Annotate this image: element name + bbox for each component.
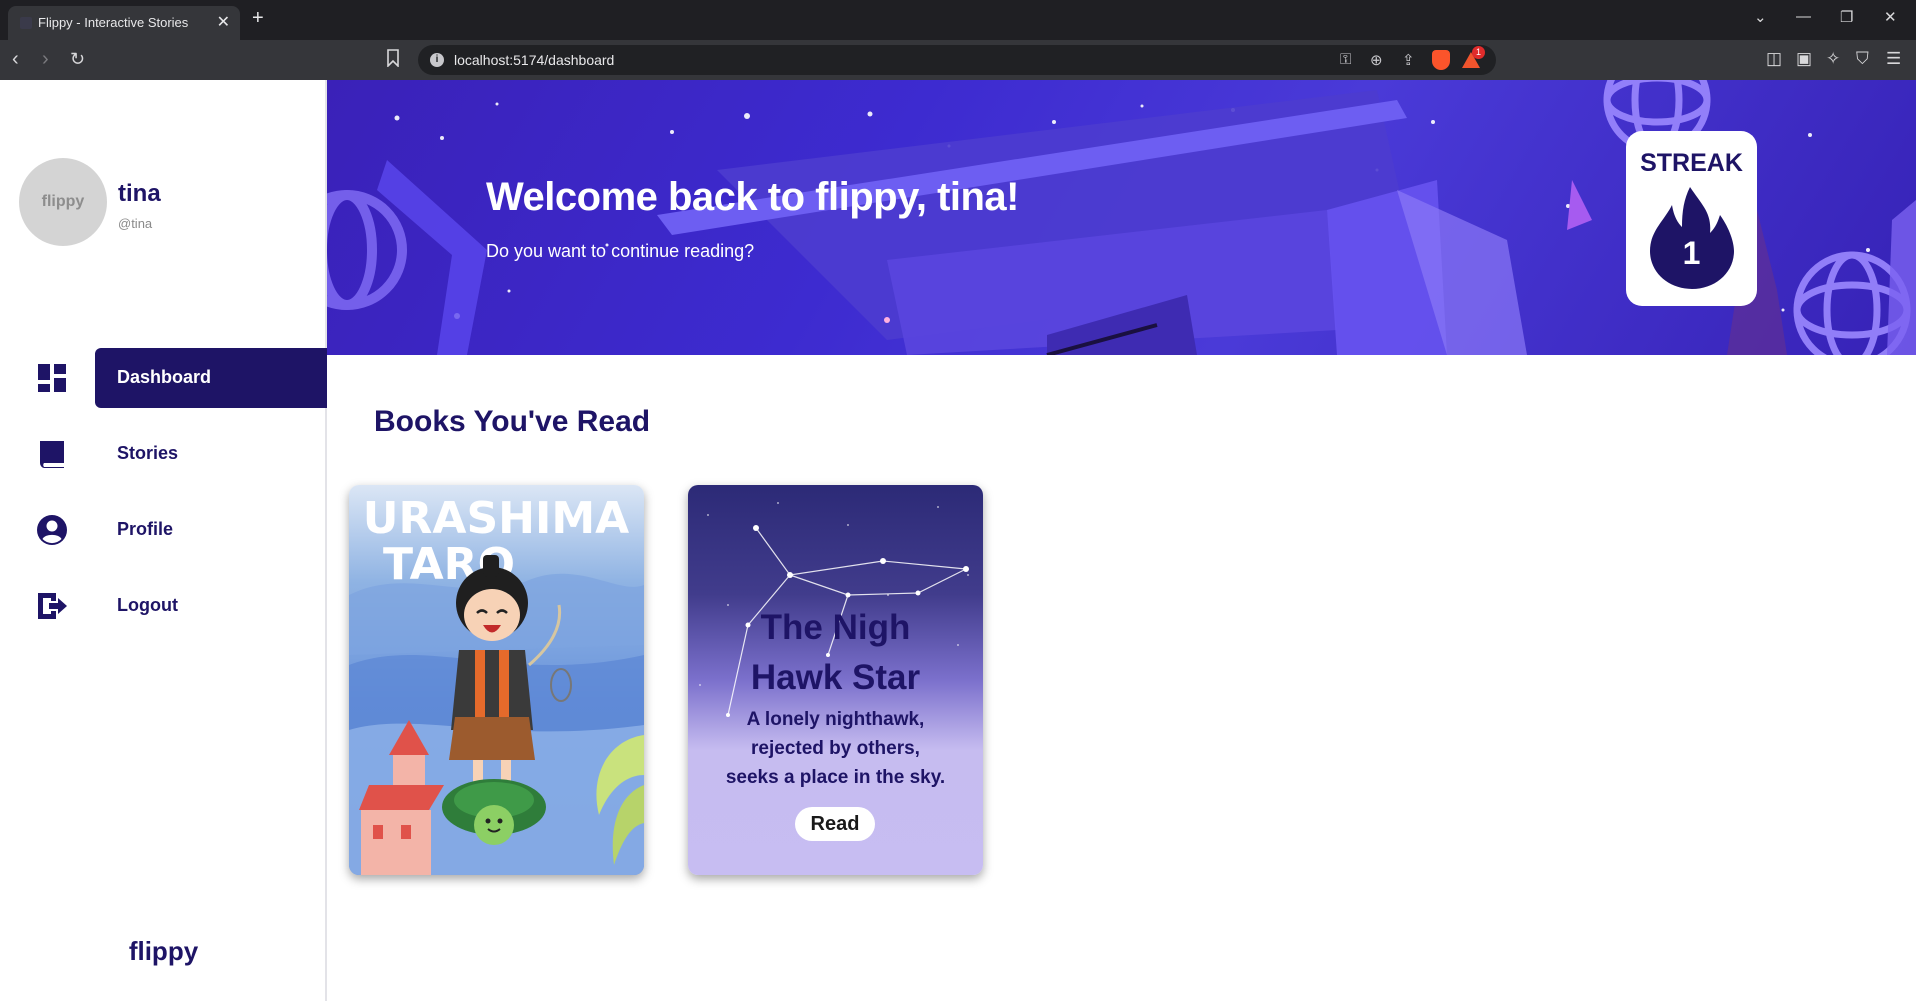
book-cover-illustration: URASHIMA TARO: [349, 485, 644, 875]
book-title: The Nigh Hawk Star: [688, 603, 983, 703]
read-button[interactable]: Read: [795, 807, 875, 841]
book-description: A lonely nighthawk, rejected by others, …: [688, 705, 983, 792]
address-bar[interactable]: i localhost:5174/dashboard ⚿ ⊕ ⇪ 1: [418, 45, 1496, 75]
menu-icon[interactable]: ☰: [1886, 49, 1901, 69]
password-key-icon[interactable]: ⚿: [1340, 51, 1351, 68]
tab-favicon-icon: [20, 17, 32, 29]
brand-logo[interactable]: flippy: [0, 936, 327, 967]
book-title-line2: Hawk Star: [750, 658, 921, 697]
browser-tab-bar: Flippy - Interactive Stories ✕ + ⌄ — ❐ ✕: [0, 0, 1916, 40]
bookmark-icon[interactable]: [386, 49, 400, 67]
book-icon: [39, 441, 64, 468]
sidebar-item-profile[interactable]: Profile: [0, 500, 327, 560]
forward-icon[interactable]: ›: [42, 48, 49, 71]
sidebar-item-stories[interactable]: Stories: [0, 424, 327, 484]
restore-icon[interactable]: ❐: [1840, 8, 1853, 26]
account-circle-icon: [37, 515, 67, 545]
logout-icon: [38, 593, 67, 619]
rewards-badge: 1: [1472, 46, 1485, 59]
sidebar-item-label: Profile: [117, 519, 174, 539]
new-tab-icon[interactable]: +: [252, 7, 264, 30]
browser-tab[interactable]: Flippy - Interactive Stories ✕: [8, 6, 240, 40]
wallet-icon[interactable]: ▣: [1796, 49, 1812, 69]
main-content: Welcome back to flippy, tina! Do you wan…: [327, 80, 1916, 1001]
tab-close-icon[interactable]: ✕: [217, 12, 230, 32]
sidebar-item-label: Stories: [117, 443, 179, 463]
tab-list-icon[interactable]: ⌄: [1754, 8, 1767, 26]
reload-icon[interactable]: ↻: [70, 49, 85, 70]
close-window-icon[interactable]: ✕: [1884, 8, 1897, 26]
book-desc-line1: A lonely nighthawk,: [746, 709, 925, 730]
user-name: tina: [118, 180, 161, 207]
address-url[interactable]: localhost:5174/dashboard: [454, 52, 614, 68]
streak-card: STREAK 1: [1626, 131, 1757, 306]
user-handle: @tina: [118, 216, 153, 231]
site-info-icon[interactable]: i: [430, 53, 444, 67]
book-desc-line3: seeks a place in the sky.: [725, 767, 946, 788]
sidebar-item-label: Dashboard: [117, 367, 212, 387]
minimize-icon[interactable]: —: [1796, 8, 1811, 25]
vpn-shield-icon[interactable]: ⛉: [1856, 49, 1869, 69]
book-card-urashima-taro[interactable]: URASHIMA TARO: [349, 485, 644, 875]
book-card-nighthawk-star[interactable]: The Nigh Hawk Star A lonely nighthawk, r…: [688, 485, 983, 875]
zoom-icon[interactable]: ⊕: [1370, 51, 1383, 69]
sidebar-item-label: Logout: [117, 595, 178, 615]
sidebar: flippy tina @tina Dashboard Stories Prof…: [0, 80, 327, 1001]
streak-count: 1: [1682, 235, 1701, 271]
welcome-banner: Welcome back to flippy, tina! Do you wan…: [327, 80, 1916, 355]
leo-ai-icon[interactable]: ✧: [1826, 49, 1840, 69]
back-icon[interactable]: ‹: [12, 48, 19, 71]
share-icon[interactable]: ⇪: [1402, 51, 1415, 69]
welcome-subtitle: Do you want to continue reading?: [486, 241, 755, 261]
browser-toolbar: ‹ › ↻ i localhost:5174/dashboard ⚿ ⊕ ⇪ 1…: [0, 40, 1916, 80]
sidebar-item-logout[interactable]: Logout: [0, 576, 327, 636]
sidebar-toggle-icon[interactable]: ◫: [1766, 49, 1782, 69]
streak-label: STREAK: [1640, 149, 1743, 177]
brave-shields-icon[interactable]: [1432, 50, 1450, 70]
cover-title-line1: URASHIMA: [363, 493, 629, 544]
tab-title: Flippy - Interactive Stories: [38, 15, 189, 30]
dashboard-icon: [38, 364, 66, 392]
book-title-line1: The Nigh: [760, 608, 911, 647]
avatar[interactable]: flippy: [19, 158, 107, 246]
sidebar-item-dashboard[interactable]: Dashboard: [0, 348, 327, 408]
welcome-heading: Welcome back to flippy, tina!: [486, 175, 1020, 219]
books-section-title: Books You've Read: [374, 405, 651, 438]
book-desc-line2: rejected by others,: [751, 738, 920, 759]
